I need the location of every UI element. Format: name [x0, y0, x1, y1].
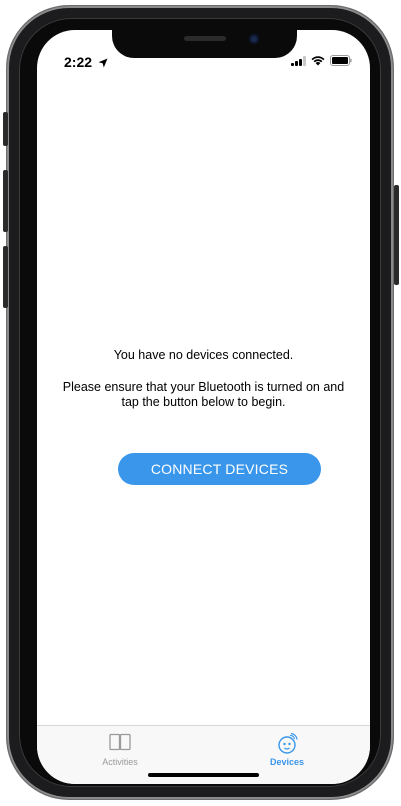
cellular-signal-icon: [291, 55, 306, 66]
book-icon: [109, 733, 131, 756]
wifi-icon: [311, 55, 325, 66]
connect-devices-button[interactable]: CONNECT DEVICES: [118, 453, 321, 485]
speaker-grille: [184, 36, 226, 41]
empty-state-message: You have no devices connected. Please en…: [37, 348, 370, 410]
tab-activities-label: Activities: [102, 757, 138, 767]
no-devices-text: You have no devices connected.: [113, 348, 294, 362]
power-button: [394, 185, 399, 285]
tab-devices-label: Devices: [269, 757, 305, 767]
battery-icon: [330, 55, 352, 66]
app-screen: 2:22 You have no devices connected. Plea…: [37, 30, 370, 784]
status-indicators: [291, 55, 352, 66]
bluetooth-instruction-text: Please ensure that your Bluetooth is tur…: [62, 380, 345, 409]
front-camera: [249, 34, 259, 44]
status-time: 2:22: [64, 54, 108, 70]
notch: [112, 30, 297, 58]
location-arrow-icon: [98, 58, 108, 68]
home-indicator[interactable]: [148, 773, 259, 777]
volume-down-button: [3, 246, 8, 308]
mute-switch: [3, 112, 8, 146]
volume-up-button: [3, 170, 8, 232]
device-icon: [276, 732, 298, 760]
